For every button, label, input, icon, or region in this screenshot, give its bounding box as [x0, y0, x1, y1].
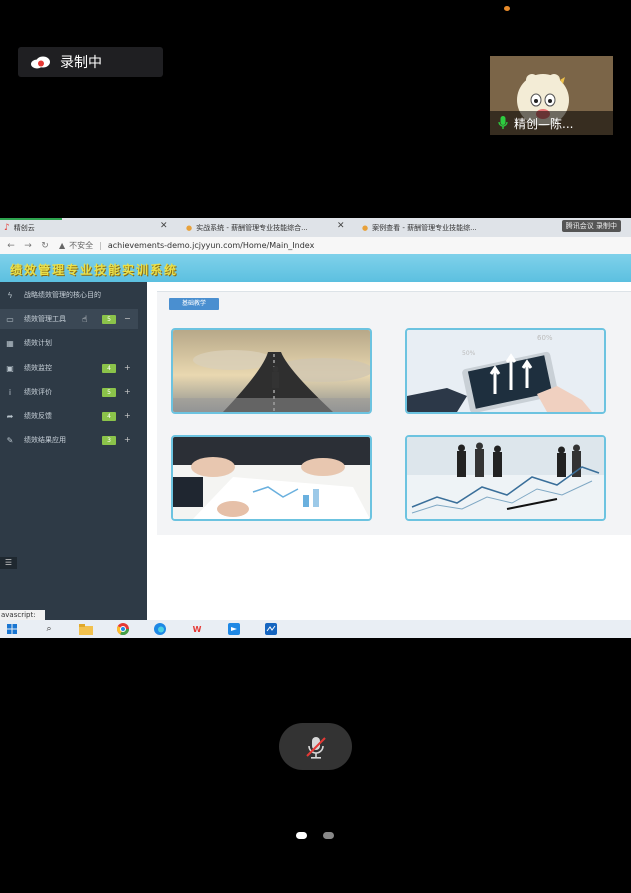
sidebar-item-label: 绩效评价: [24, 388, 52, 396]
page-dot[interactable]: [323, 832, 334, 839]
close-icon[interactable]: ✕: [337, 221, 345, 231]
active-tab-indicator: [0, 218, 62, 220]
page-dot-active[interactable]: [296, 832, 307, 839]
url-text[interactable]: achievements-demo.jcjyyun.com/Home/Main_…: [108, 241, 314, 250]
tab-label: 实战系统 - 薪酬管理专业技能综合...: [196, 223, 308, 232]
page-icon: ●: [362, 223, 369, 232]
expand-toggle[interactable]: +: [124, 387, 131, 396]
count-badge: 4: [102, 364, 116, 373]
tencent-meeting-icon[interactable]: [226, 623, 242, 635]
expand-toggle[interactable]: +: [124, 363, 131, 372]
collapse-toggle[interactable]: −: [124, 314, 131, 323]
page-icon: ●: [186, 223, 193, 232]
calendar-icon: ▦: [6, 338, 14, 348]
sidebar-item-label: 绩效监控: [24, 364, 52, 372]
chrome-icon[interactable]: [115, 623, 131, 635]
tab-label: 精创云: [13, 223, 35, 232]
pencil-icon: ✎: [6, 435, 14, 445]
app-icon[interactable]: [263, 623, 279, 635]
page-indicator: [296, 832, 334, 839]
cloud-record-icon: [30, 56, 52, 69]
participant-tile[interactable]: 精创—陈...: [490, 56, 613, 135]
tab-system[interactable]: ● 实战系统 - 薪酬管理专业技能综合...: [186, 222, 336, 233]
sidebar-item-label: 绩效管理工具: [24, 315, 66, 323]
sidebar-item-label: 战略绩效管理的核心目的: [24, 291, 101, 299]
count-badge: 4: [102, 412, 116, 421]
participant-name: 精创—陈...: [514, 116, 574, 131]
svg-text:60%: 60%: [537, 334, 553, 342]
meeting-charts-image: [173, 437, 370, 519]
address-bar: ← → ↻ ▲ 不安全 | achievements-demo.jcjyyun.…: [0, 237, 631, 254]
app-banner: 绩效管理专业技能实训系统: [0, 254, 631, 282]
sidebar-item-monitor[interactable]: ▣ 绩效监控 4 +: [0, 358, 147, 378]
image-card-people[interactable]: [405, 435, 606, 521]
sidebar: ϟ 战略绩效管理的核心目的 ▭ 绩效管理工具 5 − ☝ ▦ 绩效计划 ▣ 绩效…: [0, 282, 147, 620]
main-content: 基础教学 60% 50%: [147, 282, 631, 620]
business-people-graph-image: [407, 437, 604, 519]
recording-badge: 录制中: [18, 47, 163, 77]
app-title: 绩效管理专业技能实训系统: [10, 263, 179, 277]
status-dot: [504, 6, 510, 11]
sidebar-item-label: 绩效结果应用: [24, 436, 66, 444]
mute-button[interactable]: [279, 723, 352, 770]
close-icon[interactable]: ✕: [160, 221, 168, 231]
url-warning: 不安全: [69, 241, 94, 250]
edge-icon[interactable]: [152, 623, 168, 635]
count-badge: 3: [102, 436, 116, 445]
sidebar-item-label: 绩效反馈: [24, 412, 52, 420]
recording-label: 录制中: [60, 55, 102, 71]
windows-start-icon[interactable]: [4, 623, 20, 635]
sidebar-item-label: 绩效计划: [24, 339, 52, 347]
mic-muted-icon: [305, 736, 326, 759]
info-icon: i: [8, 387, 12, 397]
sidebar-item-core-purpose[interactable]: ϟ 战略绩效管理的核心目的: [0, 285, 147, 305]
film-icon: ▣: [6, 363, 14, 373]
browser-tabbar: ♪ 精创云 ✕ ● 实战系统 - 薪酬管理专业技能综合... ✕ ● 案例查看 …: [0, 218, 631, 237]
meeting-chip-label: 腾讯会议 录制中: [565, 222, 617, 230]
businessman-road-image: [173, 330, 370, 412]
basic-teaching-button[interactable]: 基础教学: [169, 298, 219, 310]
mic-on-icon: [498, 116, 508, 129]
menu-icon[interactable]: ☰: [0, 557, 17, 569]
jingchuang-logo-icon: ♪: [4, 222, 10, 233]
file-explorer-icon[interactable]: [78, 623, 94, 635]
meeting-chip: 腾讯会议 录制中: [561, 220, 621, 232]
share-icon: ➦: [6, 411, 14, 421]
sidebar-item-feedback[interactable]: ➦ 绩效反馈 4 +: [0, 406, 147, 426]
tab-case[interactable]: ● 案例查看 - 薪酬管理专业技能综...: [362, 222, 502, 233]
content-panel: 基础教学 60% 50%: [157, 291, 631, 535]
sidebar-item-results[interactable]: ✎ 绩效结果应用 3 +: [0, 430, 147, 450]
sidebar-item-tools[interactable]: ▭ 绩效管理工具 5 − ☝: [0, 309, 138, 329]
monitor-icon: ▭: [6, 314, 14, 324]
windows-taskbar: ⌕ W: [0, 620, 631, 638]
bolt-icon: ϟ: [7, 290, 13, 300]
image-card-meeting[interactable]: [171, 435, 372, 521]
cursor-hand-icon: ☝: [82, 315, 88, 325]
reload-icon[interactable]: ↻: [39, 241, 51, 251]
warning-icon: ▲: [59, 241, 66, 250]
tablet-arrows-image: 60% 50%: [407, 330, 604, 412]
svg-text:50%: 50%: [462, 350, 476, 357]
wps-icon[interactable]: W: [189, 623, 205, 635]
participant-namebar: 精创—陈...: [490, 111, 613, 135]
image-card-tablet[interactable]: 60% 50%: [405, 328, 606, 414]
count-badge: 5: [102, 315, 116, 324]
back-arrow-icon[interactable]: ←: [5, 241, 17, 251]
forward-arrow-icon[interactable]: →: [22, 241, 34, 251]
tab-label: 案例查看 - 薪酬管理专业技能综...: [372, 223, 477, 232]
sidebar-item-plan[interactable]: ▦ 绩效计划: [0, 333, 147, 353]
sidebar-item-evaluation[interactable]: i 绩效评价 5 +: [0, 382, 147, 402]
tab-jingchuang[interactable]: ♪ 精创云: [4, 222, 35, 233]
expand-toggle[interactable]: +: [124, 435, 131, 444]
count-badge: 5: [102, 388, 116, 397]
expand-toggle[interactable]: +: [124, 411, 131, 420]
shared-screen: ♪ 精创云 ✕ ● 实战系统 - 薪酬管理专业技能综合... ✕ ● 案例查看 …: [0, 218, 631, 638]
search-icon[interactable]: ⌕: [41, 623, 57, 635]
image-card-road[interactable]: [171, 328, 372, 414]
